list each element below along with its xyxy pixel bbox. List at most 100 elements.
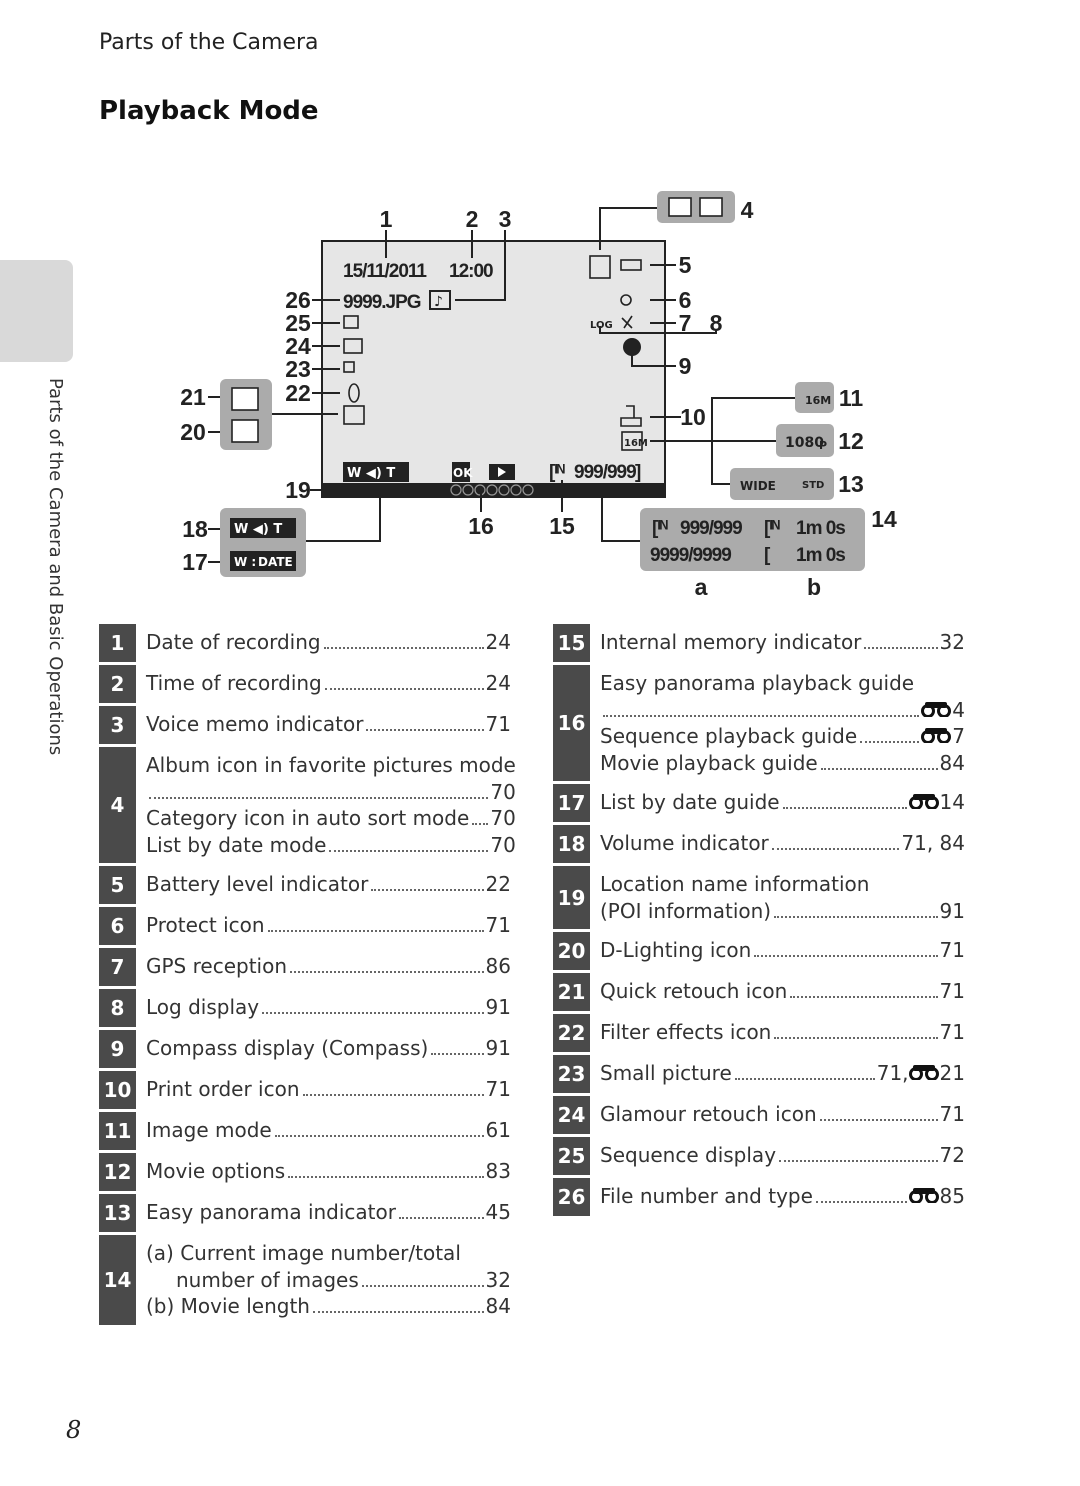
item-number: 16 [553, 665, 590, 781]
panorama-std-label: STD [802, 480, 824, 491]
table-row: 22 Filter effects icon 71 [553, 1014, 965, 1052]
manual-page: Parts of the Camera Playback Mode Parts … [0, 0, 1080, 1486]
svg-text:W :: W : [234, 555, 256, 569]
item-label: Image mode [146, 1118, 272, 1142]
item-description: Battery level indicator 22 [136, 866, 511, 904]
category-icon [699, 197, 723, 217]
item-label: Volume indicator [600, 831, 769, 855]
table-row: 23 Small picture 71, 21 [553, 1055, 965, 1093]
dot-leader [774, 915, 938, 918]
callout-5: 5 [679, 252, 692, 278]
page-reference: 32 [939, 630, 965, 654]
dot-leader [312, 1311, 484, 1313]
log-display-icon: LOG [590, 320, 613, 331]
dot-leader [864, 647, 938, 649]
item-label: File number and type [600, 1184, 813, 1208]
item-label: (b) Movie length [146, 1294, 310, 1318]
callout-26: 26 [285, 287, 311, 313]
reference-section-icon [908, 789, 939, 816]
callout-25: 25 [285, 310, 311, 336]
callout-21: 21 [180, 384, 206, 410]
item-label: List by date guide [600, 790, 780, 814]
item-line: Movie playback guide 84 [600, 750, 965, 777]
item-number: 26 [553, 1178, 590, 1216]
item-label: Internal memory indicator [600, 630, 862, 654]
table-row: 3 Voice memo indicator 71 [99, 706, 511, 744]
page-reference: 71 [939, 1020, 965, 1044]
item-number: 23 [553, 1055, 590, 1093]
callout-20: 20 [180, 419, 206, 445]
item-description: File number and type 85 [590, 1178, 965, 1216]
dot-leader [790, 996, 938, 998]
table-row: 1 Date of recording 24 [99, 624, 511, 662]
dot-leader [860, 741, 920, 743]
page-reference: 14 [939, 790, 965, 814]
item-number: 17 [553, 784, 590, 822]
item-label: Quick retouch icon [600, 979, 788, 1003]
page-reference: 61 [485, 1118, 511, 1142]
callout-2: 2 [466, 206, 479, 232]
svg-text:DATE: DATE [258, 555, 293, 569]
reference-section-icon [921, 723, 952, 750]
item-line: D-Lighting icon 71 [600, 937, 965, 964]
page-reference: 7 [952, 724, 965, 748]
callout-14: 14 [871, 506, 897, 532]
item-line: Filter effects icon 71 [600, 1019, 965, 1046]
panorama-wide-label: WIDE [740, 479, 776, 493]
item-label: List by date mode [146, 832, 327, 857]
page-number: 8 [66, 1416, 82, 1444]
item-label: GPS reception [146, 954, 288, 978]
item-description: Filter effects icon 71 [590, 1014, 965, 1052]
item-number: 13 [99, 1194, 136, 1232]
dot-leader [819, 1119, 938, 1121]
screen-image-counter: 999/999 [574, 462, 636, 483]
bracket: [ᴵᴺ [764, 518, 780, 539]
dot-leader [754, 955, 938, 957]
item-description: Easy panorama indicator 45 [136, 1194, 511, 1232]
table-row: 9 Compass display (Compass) 91 [99, 1030, 511, 1068]
list-by-date-guide-icon: W : DATE [230, 551, 296, 571]
item-description: Volume indicator 71, 84 [590, 825, 965, 863]
callout-18: 18 [182, 516, 208, 542]
callout-16: 16 [468, 513, 494, 539]
callout-19: 19 [285, 477, 311, 503]
dot-leader [267, 930, 484, 932]
table-row: 19 Location name information (POI informat… [553, 866, 965, 929]
item-label: Time of recording [146, 671, 322, 695]
item-line: File number and type 85 [600, 1183, 965, 1210]
item-line: (POI information) 91 [600, 898, 965, 925]
item-line: Date of recording 24 [146, 629, 511, 656]
panel-image-count: 999/999 [680, 518, 742, 539]
dot-leader [431, 1053, 484, 1055]
callout-9: 9 [679, 353, 692, 379]
table-row: 16 Easy panorama playback guide 4 Sequence … [553, 665, 965, 781]
item-number: 11 [99, 1112, 136, 1150]
page-reference: 21 [939, 1061, 965, 1085]
item-line: List by date guide 14 [600, 789, 965, 816]
item-label: Glamour retouch icon [600, 1102, 817, 1126]
item-line: Protect icon 71 [146, 912, 511, 939]
callout-24: 24 [285, 333, 311, 359]
dot-leader [274, 1135, 484, 1137]
callout-17: 17 [182, 549, 208, 575]
callout-11: 11 [839, 385, 864, 411]
page-reference: 70 [490, 806, 516, 830]
item-description: Protect icon 71 [136, 907, 511, 945]
legend-table-left: 1 Date of recording 24 2 Time of recording 24… [99, 624, 516, 1328]
dot-leader [779, 1160, 938, 1162]
dot-leader [774, 1037, 938, 1039]
item-label: Category icon in auto sort mode [146, 806, 470, 830]
page-reference: 70 [490, 779, 516, 804]
table-row: 13 Easy panorama indicator 45 [99, 1194, 511, 1232]
item-label: Easy panorama playback guide [600, 671, 915, 695]
dot-leader [323, 647, 484, 649]
svg-text:OK: OK [453, 466, 473, 480]
page-reference: 86 [485, 954, 511, 978]
dot-leader [603, 714, 920, 717]
dot-leader [262, 1012, 484, 1014]
page-reference: 71 [939, 979, 965, 1003]
dot-leader [782, 807, 907, 809]
item-label: Battery level indicator [146, 872, 369, 896]
item-description: Time of recording 24 [136, 665, 511, 703]
page-reference: 91 [939, 898, 965, 923]
